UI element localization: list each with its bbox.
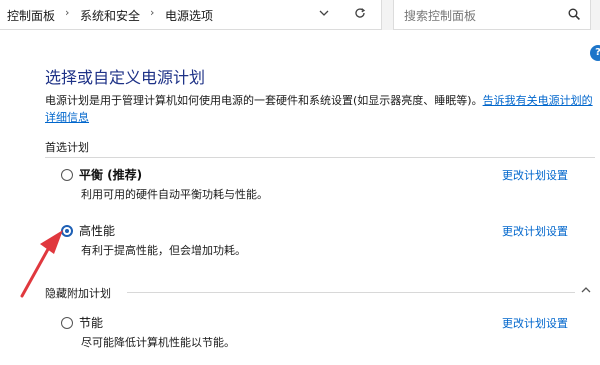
divider — [127, 292, 575, 293]
plan-name-power-saver[interactable]: 节能 — [79, 314, 103, 331]
divider — [45, 157, 595, 158]
plan-desc-balanced: 利用可用的硬件自动平衡功耗与性能。 — [81, 188, 268, 201]
breadcrumb-separator: › — [150, 6, 155, 19]
description-text: 电源计划是用于管理计算机如何使用电源的一套硬件和系统设置(如显示器亮度、睡眠等)… — [45, 94, 483, 107]
plan-desc-high-performance: 有利于提高性能，但会增加功耗。 — [81, 244, 246, 257]
chevron-down-icon[interactable] — [317, 6, 331, 20]
radio-balanced[interactable] — [61, 169, 73, 181]
radio-power-saver[interactable] — [61, 317, 73, 329]
page-title: 选择或自定义电源计划 — [45, 68, 206, 87]
search-placeholder: 搜索控制面板 — [404, 9, 477, 23]
section-preferred-plans: 首选计划 — [45, 141, 89, 154]
change-plan-settings-balanced[interactable]: 更改计划设置 — [502, 167, 568, 183]
chevron-up-icon[interactable] — [580, 285, 592, 295]
plan-name-high-performance[interactable]: 高性能 — [79, 222, 115, 239]
breadcrumb-control-panel[interactable]: 控制面板 — [7, 7, 55, 24]
search-input[interactable]: 搜索控制面板 — [393, 0, 591, 30]
breadcrumb-separator: › — [65, 6, 70, 19]
plan-name-balanced[interactable]: 平衡 (推荐) — [79, 166, 142, 183]
breadcrumb-power-options[interactable]: 电源选项 — [165, 7, 213, 24]
search-icon[interactable] — [567, 7, 581, 21]
red-arrow — [20, 230, 63, 298]
help-icon[interactable]: ? — [590, 45, 600, 61]
address-bar[interactable]: 控制面板 › 系统和安全 › 电源选项 — [0, 0, 382, 30]
plan-desc-power-saver: 尽可能降低计算机性能以节能。 — [81, 336, 235, 349]
change-plan-settings-high-performance[interactable]: 更改计划设置 — [502, 223, 568, 239]
refresh-icon[interactable] — [353, 6, 367, 20]
change-plan-settings-power-saver[interactable]: 更改计划设置 — [502, 315, 568, 331]
page-description: 电源计划是用于管理计算机如何使用电源的一套硬件和系统设置(如显示器亮度、睡眠等)… — [45, 92, 600, 126]
breadcrumb-system-security[interactable]: 系统和安全 — [80, 7, 140, 24]
